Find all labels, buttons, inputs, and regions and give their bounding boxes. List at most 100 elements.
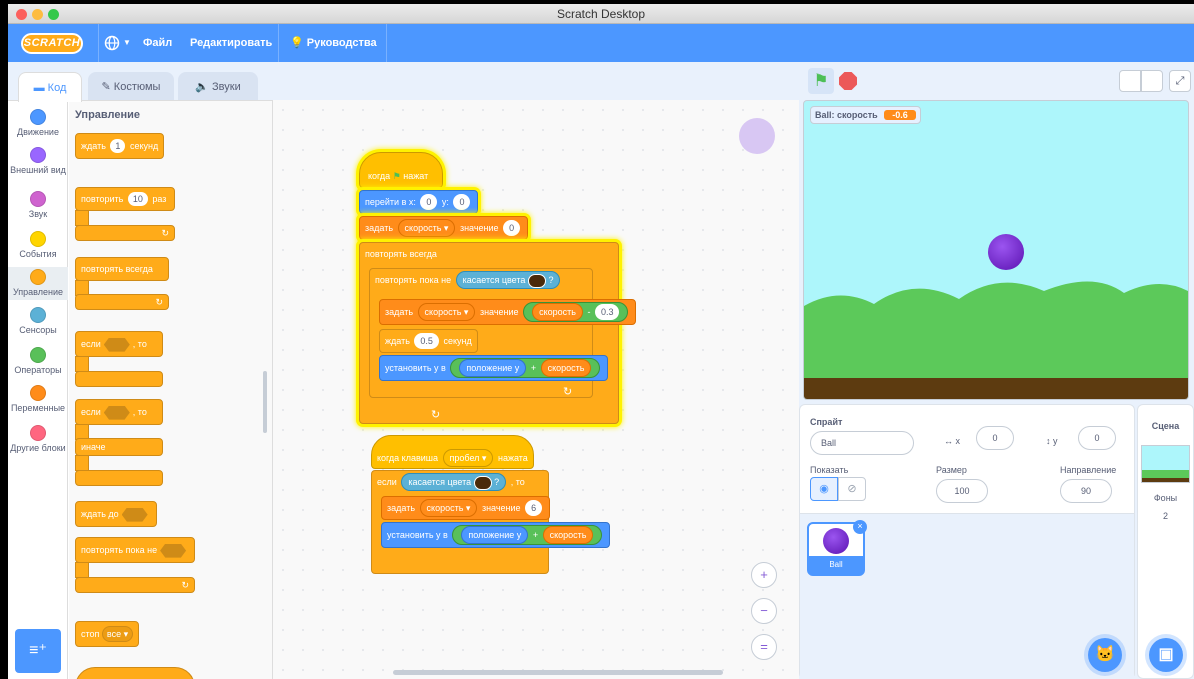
category-label: Сенсоры xyxy=(19,325,57,335)
x-input[interactable]: 0 xyxy=(976,426,1014,450)
minimize-window-button[interactable] xyxy=(32,9,43,20)
block-wait-input[interactable]: 1 xyxy=(110,139,126,153)
sprite-name-input[interactable]: Ball xyxy=(810,431,914,455)
green-flag-button[interactable]: ⚑ xyxy=(808,68,834,94)
category-2[interactable]: Звук xyxy=(8,189,68,222)
tutorials-menu[interactable]: 💡 Руководства xyxy=(290,24,377,62)
subtract-input[interactable]: 0.3 xyxy=(594,304,620,320)
palette-scrollbar[interactable] xyxy=(263,371,267,433)
block-set-y[interactable]: установить у в положение у + скорость xyxy=(379,355,609,381)
goto-label: перейти в x: xyxy=(365,197,416,207)
speed-reporter[interactable]: скорость xyxy=(532,303,583,321)
show-sprite-button[interactable]: ◉ xyxy=(810,477,838,501)
touching-color-sensor[interactable]: касается цвета ? xyxy=(401,473,507,491)
y-position-reporter[interactable]: положение у xyxy=(459,359,527,377)
set-value-input[interactable]: 0 xyxy=(503,220,521,236)
hat-key-pressed[interactable]: когда клавиша пробел ▾ нажата xyxy=(371,435,534,469)
condition-slot[interactable] xyxy=(160,543,187,558)
zoom-out-button[interactable]: − xyxy=(751,598,777,624)
condition-slot[interactable] xyxy=(121,507,148,522)
add-backdrop-button[interactable]: ▣ xyxy=(1149,638,1183,672)
stop-button[interactable] xyxy=(839,72,857,90)
block-stop[interactable]: стоп все ▾ xyxy=(75,621,140,647)
stage-selector[interactable]: Сцена Фоны 2 ▣ xyxy=(1137,404,1194,679)
key-dropdown[interactable]: пробел ▾ xyxy=(442,449,494,467)
color-swatch[interactable] xyxy=(527,273,546,288)
category-7[interactable]: Переменные xyxy=(8,383,68,416)
block-if[interactable]: если , то xyxy=(75,331,163,357)
condition-slot[interactable] xyxy=(103,337,130,352)
hat-green-flag[interactable]: когда ⚑ нажат xyxy=(359,152,443,188)
script-workspace[interactable]: когда ⚑ нажат перейти в x: 0 y: 0 задать… xyxy=(273,100,799,679)
stage-pane-title: Сцена xyxy=(1151,421,1180,431)
block-wait[interactable]: ждать 1 секунд xyxy=(75,133,165,159)
set-var-dropdown[interactable]: скорость ▾ xyxy=(419,499,478,517)
fullscreen-button[interactable]: ⤢ xyxy=(1169,70,1191,92)
language-menu[interactable]: ▼ xyxy=(104,24,134,62)
block-forever[interactable]: повторять всегда xyxy=(75,257,169,281)
set-var-dropdown[interactable]: скорость ▾ xyxy=(397,219,456,237)
category-3[interactable]: События xyxy=(8,229,68,262)
category-label: Операторы xyxy=(14,365,62,375)
y-input[interactable]: 0 xyxy=(1078,426,1116,450)
zoom-reset-button[interactable]: = xyxy=(751,634,777,660)
category-6[interactable]: Операторы xyxy=(8,345,68,378)
set2-var-dropdown[interactable]: скорость ▾ xyxy=(417,303,476,321)
speed-reporter[interactable]: скорость xyxy=(540,359,592,377)
zoom-window-button[interactable] xyxy=(48,9,59,20)
block-set-var[interactable]: задать скорость ▾ значение 0 xyxy=(359,216,529,240)
direction-input[interactable]: 90 xyxy=(1060,479,1112,503)
wait-input[interactable]: 0.5 xyxy=(414,333,439,349)
hide-sprite-button[interactable]: ⊘ xyxy=(838,477,866,501)
subtract-operator[interactable]: скорость - 0.3 xyxy=(523,302,629,322)
tab-costumes[interactable]: ✎ Костюмы xyxy=(88,72,174,102)
block-repeat-until[interactable]: повторять пока не xyxy=(75,537,195,563)
block-repeat[interactable]: повторить 10 раз xyxy=(75,187,175,211)
key-hat-label: когда клавиша xyxy=(377,453,439,463)
touching-color-sensor[interactable]: касается цвета ? xyxy=(455,271,561,289)
block-wait-until[interactable]: ждать до xyxy=(75,501,157,527)
stop-dropdown[interactable]: все ▾ xyxy=(101,626,134,642)
block-set-y[interactable]: установить у в положение у + скорость xyxy=(381,522,611,548)
condition-slot[interactable] xyxy=(103,405,130,420)
block-repeat-input[interactable]: 10 xyxy=(127,192,148,206)
workspace-scrollbar[interactable] xyxy=(393,670,723,675)
color-swatch[interactable] xyxy=(473,475,492,490)
set-value-input[interactable]: 6 xyxy=(525,500,543,516)
size-input[interactable]: 100 xyxy=(936,479,988,503)
close-window-button[interactable] xyxy=(16,9,27,20)
block-change-speed[interactable]: задать скорость ▾ значение скорость - 0.… xyxy=(379,299,637,325)
block-if-else[interactable]: если , то xyxy=(75,399,163,425)
delete-sprite-button[interactable]: × xyxy=(853,520,867,534)
small-stage-button[interactable] xyxy=(1119,70,1141,92)
large-stage-button[interactable] xyxy=(1141,70,1163,92)
stage-canvas[interactable]: Ball: скорость -0.6 xyxy=(803,100,1189,400)
backdrop-thumbnail[interactable] xyxy=(1141,445,1190,483)
category-4[interactable]: Управление xyxy=(8,267,68,300)
ball-sprite[interactable] xyxy=(988,234,1024,270)
block-set-speed[interactable]: задать скорость ▾ значение 6 xyxy=(381,496,551,520)
category-0[interactable]: Движение xyxy=(8,107,68,140)
edit-menu[interactable]: Редактировать xyxy=(190,24,272,62)
y-position-reporter[interactable]: положение у xyxy=(461,526,529,544)
block-wait[interactable]: ждать 0.5 секунд xyxy=(379,329,478,353)
eye-slash-icon: ⊘ xyxy=(847,483,857,495)
category-8[interactable]: Другие блоки xyxy=(8,423,68,456)
block-clone-hat[interactable] xyxy=(75,667,195,679)
add-extension-button[interactable]: ≡⁺ xyxy=(15,629,61,673)
category-5[interactable]: Сенсоры xyxy=(8,305,68,338)
tab-code[interactable]: ▬ Код xyxy=(18,72,82,102)
speed-reporter[interactable]: скорость xyxy=(542,526,594,544)
tab-sounds[interactable]: 🔈 Звуки xyxy=(178,72,258,102)
scratch-logo[interactable]: SCRATCH xyxy=(21,33,83,54)
sprite-thumb-ball[interactable]: × Ball xyxy=(807,520,867,576)
goto-x-input[interactable]: 0 xyxy=(420,194,438,210)
file-menu[interactable]: Файл xyxy=(143,24,172,62)
add-sprite-button[interactable]: 🐱 xyxy=(1088,638,1122,672)
category-1[interactable]: Внешний вид xyxy=(8,145,68,178)
add-operator[interactable]: положение у + скорость xyxy=(452,525,603,545)
block-goto-xy[interactable]: перейти в x: 0 y: 0 xyxy=(359,190,479,214)
goto-y-input[interactable]: 0 xyxy=(453,194,471,210)
add-operator[interactable]: положение у + скорость xyxy=(450,358,601,378)
zoom-in-button[interactable]: + xyxy=(751,562,777,588)
